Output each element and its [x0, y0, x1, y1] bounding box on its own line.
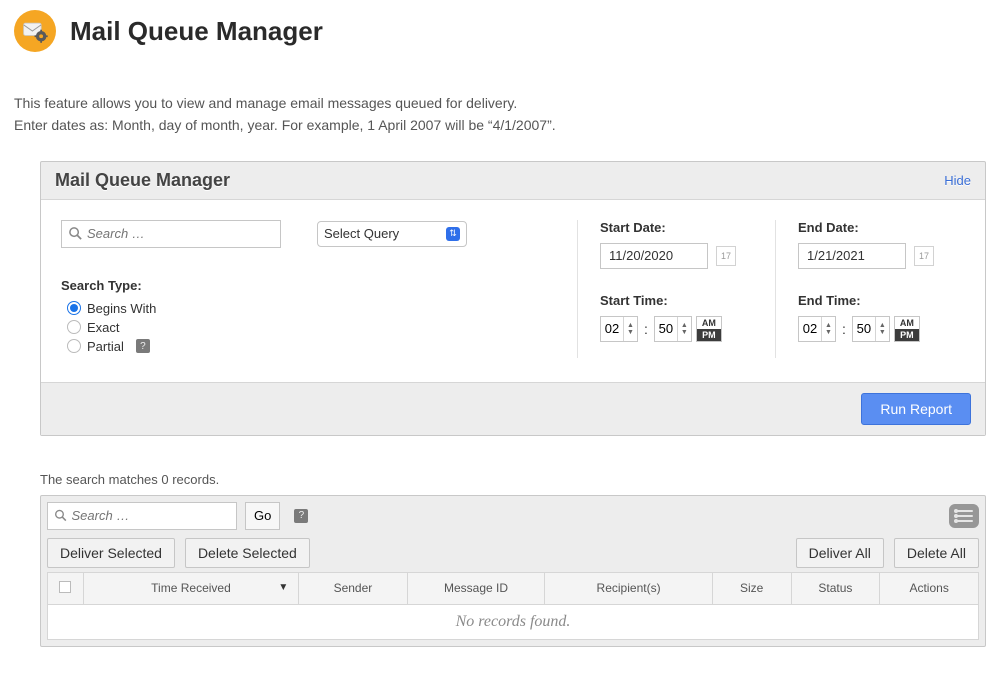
- checkbox-icon[interactable]: [59, 581, 71, 593]
- start-ampm-toggle[interactable]: AM PM: [696, 316, 722, 342]
- radio-icon: [67, 301, 81, 315]
- radio-begins-with[interactable]: Begins With: [67, 301, 555, 316]
- deliver-all-button[interactable]: Deliver All: [796, 538, 884, 568]
- table-header-row: Time Received ▼ Sender Message ID Recipi…: [48, 572, 979, 604]
- end-time-label: End Time:: [798, 293, 965, 308]
- search-type-label: Search Type:: [61, 278, 555, 293]
- hide-link[interactable]: Hide: [944, 173, 971, 188]
- description-line-2: Enter dates as: Month, day of month, yea…: [14, 114, 986, 136]
- no-records-row: No records found.: [48, 604, 979, 639]
- description-line-1: This feature allows you to view and mana…: [14, 92, 986, 114]
- chevron-up-icon[interactable]: ▲: [624, 322, 637, 329]
- end-hour-spinner[interactable]: ▲▼: [798, 316, 836, 342]
- select-query-dropdown[interactable]: Select Query ⇅: [317, 221, 467, 247]
- start-hour-spinner[interactable]: ▲▼: [600, 316, 638, 342]
- radio-exact[interactable]: Exact: [67, 320, 555, 335]
- calendar-icon[interactable]: 17: [914, 246, 934, 266]
- end-minute-input[interactable]: [853, 317, 875, 341]
- start-minute-input[interactable]: [655, 317, 677, 341]
- radio-partial[interactable]: Partial ?: [67, 339, 555, 354]
- chevron-down-icon[interactable]: ▼: [624, 329, 637, 336]
- col-status[interactable]: Status: [791, 572, 880, 604]
- go-button[interactable]: Go: [245, 502, 280, 530]
- start-hour-input[interactable]: [601, 317, 623, 341]
- time-colon: :: [642, 321, 650, 337]
- chevron-up-icon[interactable]: ▲: [876, 322, 889, 329]
- delete-all-button[interactable]: Delete All: [894, 538, 979, 568]
- results-panel: Go ? Deliver Selected Delete Selected De…: [40, 495, 986, 647]
- col-recipients[interactable]: Recipient(s): [545, 572, 712, 604]
- search-input[interactable]: [87, 226, 274, 241]
- deliver-selected-button[interactable]: Deliver Selected: [47, 538, 175, 568]
- pm-option[interactable]: PM: [895, 329, 919, 341]
- search-input-wrap[interactable]: [61, 220, 281, 248]
- col-actions[interactable]: Actions: [880, 572, 979, 604]
- run-report-button[interactable]: Run Report: [861, 393, 971, 425]
- list-view-icon[interactable]: [949, 504, 979, 528]
- chevron-up-icon[interactable]: ▲: [678, 322, 691, 329]
- results-table: Time Received ▼ Sender Message ID Recipi…: [47, 572, 979, 640]
- am-option[interactable]: AM: [895, 317, 919, 329]
- select-query-label: Select Query: [324, 226, 399, 241]
- results-search-wrap[interactable]: [47, 502, 237, 530]
- time-colon: :: [840, 321, 848, 337]
- end-hour-input[interactable]: [799, 317, 821, 341]
- am-option[interactable]: AM: [697, 317, 721, 329]
- help-icon[interactable]: ?: [294, 509, 308, 523]
- results-search-input[interactable]: [72, 508, 230, 523]
- search-icon: [68, 226, 83, 241]
- panel-footer: Run Report: [41, 383, 985, 435]
- start-column: Start Date: 17 Start Time: ▲▼ : ▲▼: [577, 220, 753, 358]
- end-minute-spinner[interactable]: ▲▼: [852, 316, 890, 342]
- query-panel: Mail Queue Manager Hide Select Query ⇅ S…: [40, 161, 986, 436]
- radio-icon: [67, 320, 81, 334]
- calendar-icon[interactable]: 17: [716, 246, 736, 266]
- chevron-up-icon[interactable]: ▲: [822, 322, 835, 329]
- no-records-text: No records found.: [48, 604, 979, 639]
- end-date-input[interactable]: [798, 243, 906, 269]
- chevron-down-icon[interactable]: ▼: [678, 329, 691, 336]
- match-summary: The search matches 0 records.: [40, 472, 986, 487]
- pm-option[interactable]: PM: [697, 329, 721, 341]
- chevron-down-icon[interactable]: ▼: [822, 329, 835, 336]
- page-header: Mail Queue Manager: [14, 10, 986, 52]
- description: This feature allows you to view and mana…: [14, 92, 986, 137]
- start-date-label: Start Date:: [600, 220, 753, 235]
- col-size[interactable]: Size: [712, 572, 791, 604]
- col-sender[interactable]: Sender: [299, 572, 407, 604]
- page-title: Mail Queue Manager: [70, 16, 323, 47]
- col-message-id[interactable]: Message ID: [407, 572, 545, 604]
- help-icon[interactable]: ?: [136, 339, 150, 353]
- radio-label: Partial: [87, 339, 124, 354]
- sort-desc-icon: ▼: [278, 582, 288, 593]
- panel-title: Mail Queue Manager: [55, 170, 230, 191]
- mail-gear-icon: [14, 10, 56, 52]
- search-icon: [54, 508, 68, 523]
- radio-label: Exact: [87, 320, 120, 335]
- col-time-received[interactable]: Time Received ▼: [83, 572, 299, 604]
- chevron-updown-icon: ⇅: [446, 227, 460, 241]
- end-date-label: End Date:: [798, 220, 965, 235]
- panel-header: Mail Queue Manager Hide: [41, 162, 985, 199]
- end-column: End Date: 17 End Time: ▲▼ : ▲▼: [775, 220, 965, 358]
- start-time-label: Start Time:: [600, 293, 753, 308]
- chevron-down-icon[interactable]: ▼: [876, 329, 889, 336]
- col-checkbox[interactable]: [48, 572, 84, 604]
- end-ampm-toggle[interactable]: AM PM: [894, 316, 920, 342]
- search-column: Select Query ⇅ Search Type: Begins With …: [61, 220, 555, 358]
- radio-icon: [67, 339, 81, 353]
- start-minute-spinner[interactable]: ▲▼: [654, 316, 692, 342]
- start-date-input[interactable]: [600, 243, 708, 269]
- delete-selected-button[interactable]: Delete Selected: [185, 538, 310, 568]
- radio-label: Begins With: [87, 301, 156, 316]
